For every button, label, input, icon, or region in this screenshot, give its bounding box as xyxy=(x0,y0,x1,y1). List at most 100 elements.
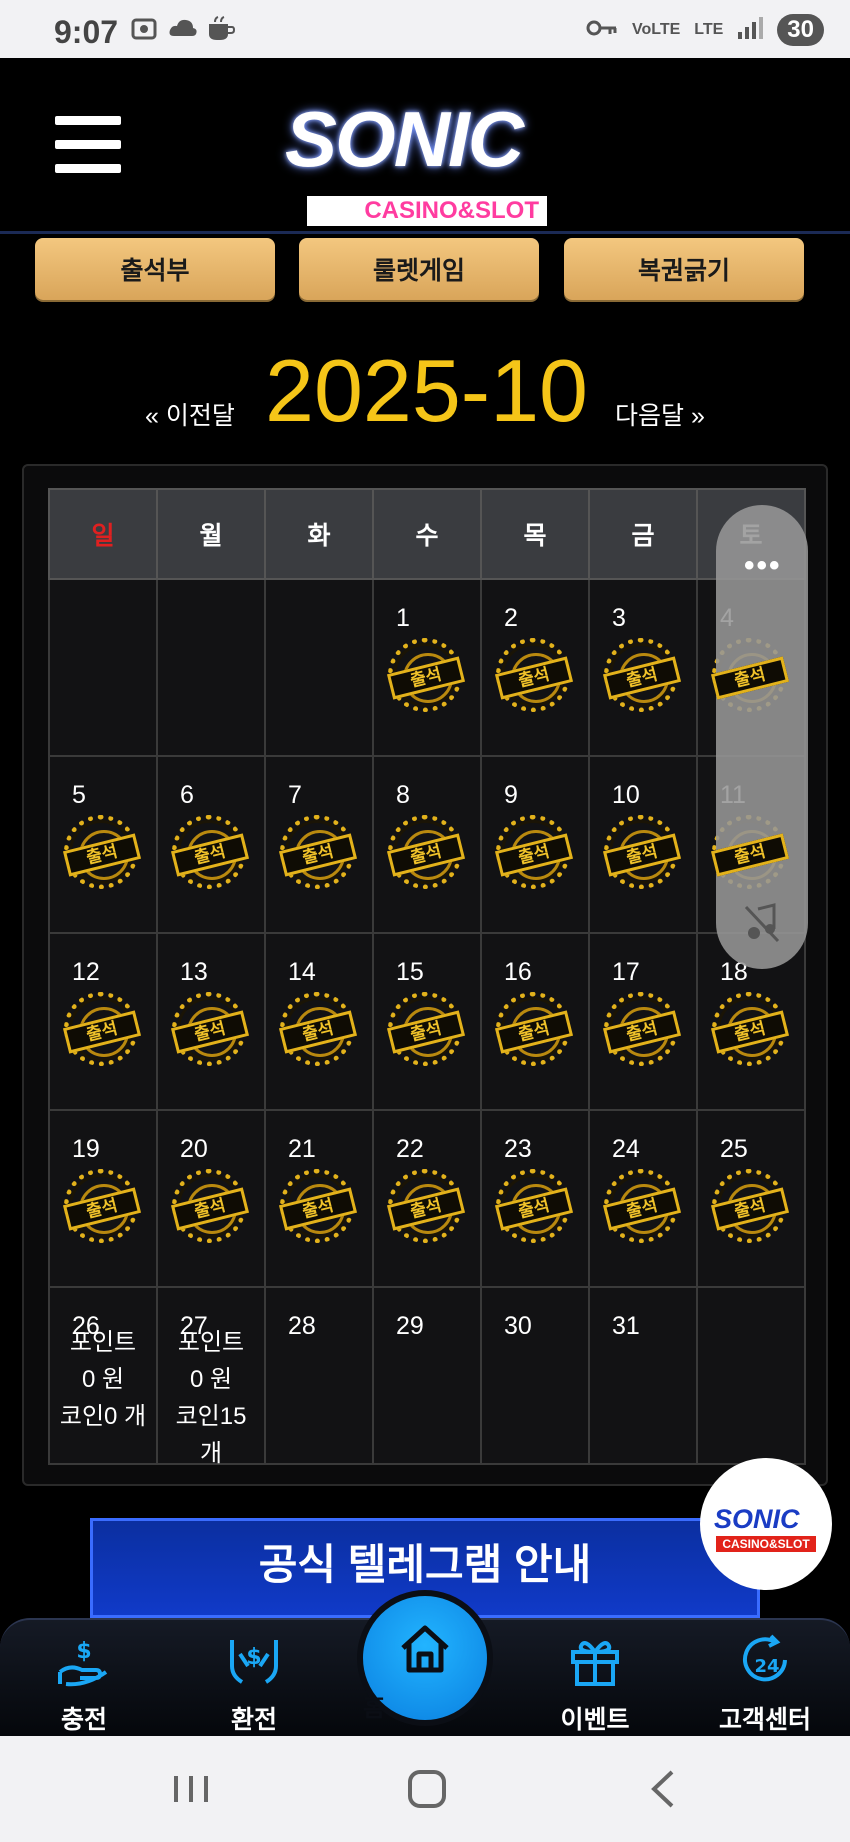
day-number: 27 xyxy=(180,1312,208,1340)
nav-event-label: 이벤트 xyxy=(560,1706,630,1734)
calendar-day-cell[interactable]: 25 출석 xyxy=(696,1109,806,1288)
calendar-day-cell[interactable]: 포인트 0 원 코인15 개 27 xyxy=(156,1286,266,1467)
sonic-floating-badge[interactable]: SONIC CASINO&SLOT xyxy=(700,1458,832,1590)
stamp-label: 출석 xyxy=(494,833,574,877)
calendar-day-cell[interactable]: 28 xyxy=(264,1286,374,1465)
floating-side-panel[interactable]: ••• xyxy=(716,505,808,969)
weekday-tue: 화 xyxy=(264,488,374,580)
stamp-label: 출석 xyxy=(170,1187,250,1231)
home-system-icon[interactable] xyxy=(402,1764,452,1814)
nav-support[interactable]: 24 고객센터 xyxy=(705,1620,825,1738)
sonic-logo[interactable]: SONIC CASINO&SLOT xyxy=(285,94,575,226)
calendar-day-cell[interactable]: 5 출석 xyxy=(48,755,158,934)
day-number: 30 xyxy=(504,1312,532,1340)
calendar-day-cell[interactable]: 30 xyxy=(480,1286,590,1465)
hamburger-menu-icon[interactable] xyxy=(55,116,121,174)
roulette-button[interactable]: 룰렛게임 xyxy=(299,238,539,300)
nav-support-label: 고객센터 xyxy=(718,1706,811,1734)
day-number: 12 xyxy=(72,958,100,986)
nav-home[interactable]: 홈 xyxy=(357,1590,493,1726)
attendance-stamp-icon: 출석 xyxy=(278,815,358,889)
attendance-stamp-icon: 출석 xyxy=(494,1169,574,1243)
prev-month-link[interactable]: « 이전달 xyxy=(145,396,235,432)
attendance-stamp-icon: 출석 xyxy=(386,815,466,889)
cloud-icon xyxy=(168,16,197,42)
calendar-day-cell[interactable]: 9 출석 xyxy=(480,755,590,934)
day-number: 25 xyxy=(720,1135,748,1163)
nav-exchange[interactable]: $ 환전 xyxy=(194,1620,314,1738)
day-number: 3 xyxy=(612,604,626,632)
month-navigation: « 이전달 2025-10 다음달 » xyxy=(0,340,850,440)
calendar-day-cell[interactable]: 8 출석 xyxy=(372,755,482,934)
day-number: 5 xyxy=(72,781,86,809)
day-number: 7 xyxy=(288,781,302,809)
calendar-day-cell[interactable]: 16 출석 xyxy=(480,932,590,1111)
nav-event[interactable]: 이벤트 xyxy=(535,1620,655,1738)
next-month-link[interactable]: 다음달 » xyxy=(615,396,705,432)
day-number: 16 xyxy=(504,958,532,986)
music-off-icon[interactable] xyxy=(744,903,780,943)
calendar-day-cell[interactable]: 포인트 0 원 코인0 개 26 xyxy=(48,1286,158,1465)
day-number: 23 xyxy=(504,1135,532,1163)
calendar-week-row: 19 출석 20 출석 21 출석 22 출석 23 출석 24 출석 25 출석 xyxy=(48,1109,806,1288)
calendar-day-cell[interactable]: 15 출석 xyxy=(372,932,482,1111)
system-navigation-bar xyxy=(0,1736,850,1842)
stamp-label: 출석 xyxy=(494,1010,574,1054)
calendar-week-row: 5출석6출석7출석8출석9출석10출석11출석 xyxy=(48,755,806,934)
day-number: 19 xyxy=(72,1135,100,1163)
day-number: 28 xyxy=(288,1312,316,1340)
calendar-week-row: 포인트 0 원 코인0 개 26 포인트 0 원 코인15 개 27 28 29 30 31 xyxy=(48,1286,806,1467)
status-bar: 9:07 VoLTE LTE 30 xyxy=(0,0,850,58)
calendar-day-cell[interactable]: 10 출석 xyxy=(588,755,698,934)
attendance-stamp-icon: 출석 xyxy=(170,815,250,889)
svg-text:$: $ xyxy=(76,1639,91,1664)
recents-icon[interactable] xyxy=(166,1764,216,1814)
calendar-day-cell[interactable]: 22 출석 xyxy=(372,1109,482,1288)
stamp-label: 출석 xyxy=(62,1187,142,1231)
attendance-stamp-icon: 출석 xyxy=(278,992,358,1066)
stamp-label: 출석 xyxy=(386,833,466,877)
battery-icon: 30 xyxy=(777,14,824,46)
status-left-icons xyxy=(130,16,236,42)
more-options-icon[interactable]: ••• xyxy=(744,549,782,583)
attendance-stamp-icon: 출석 xyxy=(494,992,574,1066)
lottery-button[interactable]: 복권긁기 xyxy=(564,238,804,300)
badge-main-text: SONIC xyxy=(714,1504,800,1534)
nav-charge[interactable]: $ 충전 xyxy=(24,1620,144,1738)
calendar-day-cell[interactable]: 13 출석 xyxy=(156,932,266,1111)
volte-icon: VoLTE xyxy=(631,21,681,38)
stamp-label: 출석 xyxy=(278,1010,358,1054)
calendar-empty-cell xyxy=(264,578,374,757)
calendar-day-cell[interactable]: 29 xyxy=(372,1286,482,1465)
day-number: 22 xyxy=(396,1135,424,1163)
calendar-day-cell[interactable]: 17 출석 xyxy=(588,932,698,1111)
nav-home-label: 홈 xyxy=(363,1695,386,1722)
calendar-day-cell[interactable]: 24 출석 xyxy=(588,1109,698,1288)
day-number: 24 xyxy=(612,1135,640,1163)
attendance-stamp-icon: 출석 xyxy=(170,992,250,1066)
calendar-day-cell[interactable]: 20 출석 xyxy=(156,1109,266,1288)
day-number: 20 xyxy=(180,1135,208,1163)
day-number: 29 xyxy=(396,1312,424,1340)
day-number: 6 xyxy=(180,781,194,809)
stamp-label: 출석 xyxy=(62,1010,142,1054)
stamp-label: 출석 xyxy=(494,1187,574,1231)
logo-main-text: SONIC xyxy=(285,95,524,183)
back-icon[interactable] xyxy=(640,1764,690,1814)
calendar-day-cell[interactable]: 31 xyxy=(588,1286,698,1465)
calendar-day-cell[interactable]: 6 출석 xyxy=(156,755,266,934)
calendar-day-cell[interactable]: 1 출석 xyxy=(372,578,482,757)
calendar-day-cell[interactable]: 14 출석 xyxy=(264,932,374,1111)
calendar-day-cell[interactable]: 3 출석 xyxy=(588,578,698,757)
attendance-stamp-icon: 출석 xyxy=(710,992,790,1066)
calendar-day-cell[interactable]: 7 출석 xyxy=(264,755,374,934)
calendar-day-cell[interactable]: 21 출석 xyxy=(264,1109,374,1288)
calendar-day-cell[interactable]: 23 출석 xyxy=(480,1109,590,1288)
calendar-table: 일 월 화 수 목 금 토 1출석2출석3출석4출석5출석6출석7출석8출석9출… xyxy=(48,488,806,1467)
calendar-day-cell[interactable]: 19 출석 xyxy=(48,1109,158,1288)
calendar-day-cell[interactable]: 2 출석 xyxy=(480,578,590,757)
app-header: SONIC CASINO&SLOT xyxy=(0,58,850,234)
attendance-button[interactable]: 출석부 xyxy=(35,238,275,300)
attendance-stamp-icon: 출석 xyxy=(62,992,142,1066)
calendar-day-cell[interactable]: 12 출석 xyxy=(48,932,158,1111)
